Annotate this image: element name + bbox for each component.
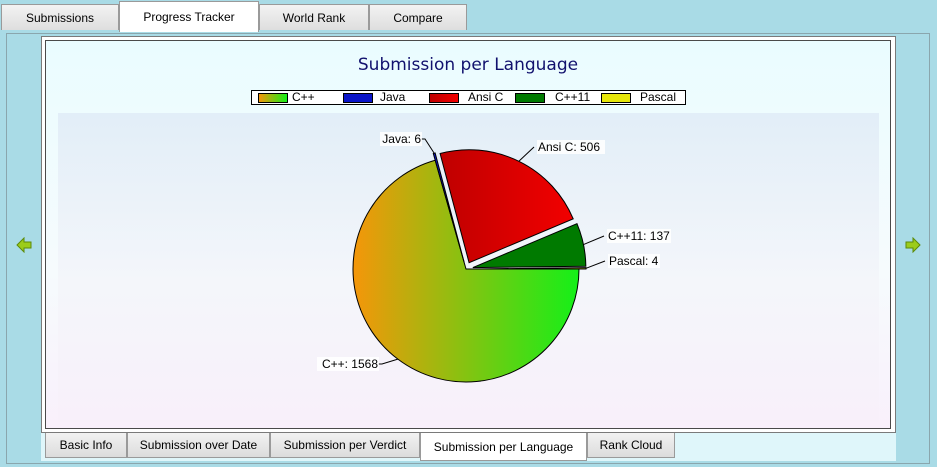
leader-line — [583, 235, 605, 246]
tab-submission-over-date[interactable]: Submission over Date — [127, 433, 270, 458]
data-label: C++11: 137 — [608, 229, 670, 243]
pie-chart: C++: 1568 Java: 6 Ansi C: 506 C++11: 137 Pas… — [317, 132, 671, 383]
tab-basic-info[interactable]: Basic Info — [45, 433, 127, 458]
leader-line — [378, 358, 399, 365]
data-label: Ansi C: 506 — [538, 140, 600, 154]
leader-line — [421, 138, 435, 154]
tab-progress-tracker[interactable]: Progress Tracker — [119, 1, 259, 32]
leader-line — [518, 146, 535, 162]
data-label: Pascal: 4 — [609, 254, 659, 268]
tab-submission-per-verdict[interactable]: Submission per Verdict — [270, 433, 420, 458]
data-label: C++: 1568 — [322, 357, 378, 371]
data-label: Java: 6 — [382, 132, 421, 146]
tab-submission-per-language[interactable]: Submission per Language — [420, 433, 587, 461]
leader-line — [585, 260, 606, 269]
tab-rank-cloud[interactable]: Rank Cloud — [587, 433, 675, 458]
